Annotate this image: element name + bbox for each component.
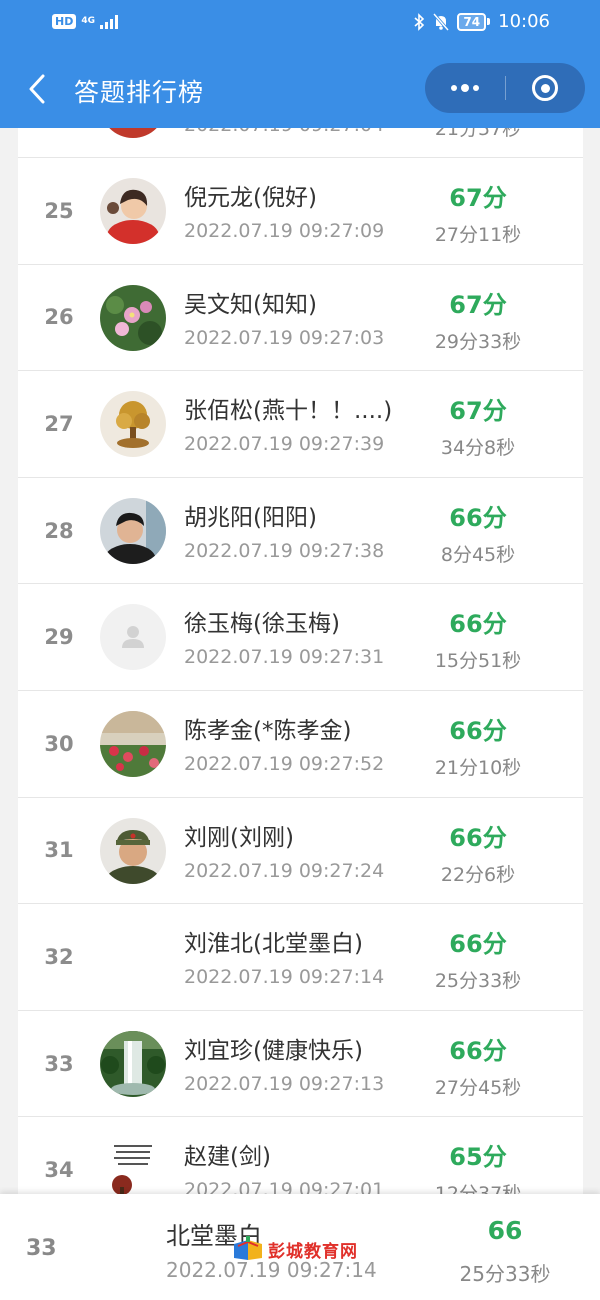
signal-icon	[100, 14, 118, 29]
answer-time: 2022.07.19 09:27:24	[184, 859, 385, 882]
target-circle-icon	[532, 75, 559, 101]
user-name: 胡兆阳(阳阳)	[184, 504, 317, 531]
my-rank-number: 33	[26, 1236, 57, 1261]
user-name: 刘宜珍(健康快乐)	[184, 1037, 363, 1064]
user-name: 刘刚(刘刚)	[184, 824, 294, 851]
app-header: HD 4G 74 10:06 答题排行榜	[0, 0, 600, 128]
avatar	[100, 1030, 166, 1097]
avatar	[100, 710, 166, 777]
score: 66分	[449, 503, 507, 532]
user-name: 赵建(剑)	[184, 1144, 271, 1171]
answer-time: 2022.07.19 09:27:39	[184, 433, 385, 456]
network-label: 4G	[81, 16, 95, 26]
avatar	[100, 391, 166, 458]
list-item[interactable]: 33 刘宜珍(健康快乐) 2022.07.19 09:27:13 66分 27分…	[18, 1010, 583, 1118]
score: 67分	[449, 397, 507, 426]
duration: 34分8秒	[440, 437, 516, 460]
answer-time: 2022.07.19 09:27:31	[184, 646, 385, 669]
score: 66分	[449, 930, 507, 959]
avatar	[100, 817, 166, 884]
answer-time: 2022.07.19 09:27:13	[184, 1072, 385, 1095]
duration: 27分45秒	[434, 1076, 522, 1099]
duration: 29分33秒	[434, 330, 522, 353]
answer-time: 2022.07.19 09:27:52	[184, 752, 385, 775]
list-item[interactable]: 31 刘刚(刘刚) 2022.07.19 09:27:24 66分 22分6秒	[18, 797, 583, 905]
duration: 22分6秒	[440, 863, 516, 886]
mute-bell-icon	[433, 12, 450, 31]
score: 67分	[449, 290, 507, 319]
score: 66分	[449, 823, 507, 852]
score: 67分	[449, 184, 507, 212]
watermark-text: 彭城教育网	[268, 1241, 358, 1262]
more-button[interactable]	[425, 63, 505, 113]
rank-number: 27	[44, 411, 74, 436]
hd-badge: HD	[52, 14, 77, 29]
ranking-list[interactable]: 2022.07.19 09:27:04 21分57秒 25 倪元龙(倪好) 20…	[18, 52, 583, 1224]
book-logo-icon	[234, 1236, 262, 1260]
rank-number: 29	[44, 625, 74, 650]
page-title: 答题排行榜	[74, 78, 205, 107]
duration: 21分10秒	[434, 756, 522, 779]
list-item[interactable]: 26 吴文知(知知) 2022.07.19 09:27:03 67分 29分33…	[18, 264, 583, 372]
rank-number: 31	[44, 838, 74, 863]
list-item[interactable]: 28 胡兆阳(阳阳) 2022.07.19 09:27:38 66分 8分45秒	[18, 477, 583, 585]
user-name: 陈孝金(*陈孝金)	[184, 717, 352, 744]
user-name: 倪元龙(倪好)	[184, 185, 317, 211]
list-item[interactable]: 29 徐玉梅(徐玉梅) 2022.07.19 09:27:31 66分 15分5…	[18, 584, 583, 691]
user-name: 张佰松(燕十！！....)	[184, 398, 393, 425]
battery-icon: 74	[457, 12, 491, 31]
duration: 27分11秒	[434, 224, 522, 246]
list-item[interactable]: 32 刘淮北(北堂墨白) 2022.07.19 09:27:14 66分 25分…	[18, 904, 583, 1011]
my-duration: 25分33秒	[459, 1262, 551, 1286]
duration: 25分33秒	[434, 970, 522, 993]
battery-level: 74	[457, 12, 487, 31]
list-item[interactable]: 30 陈孝金(*陈孝金) 2022.07.19 09:27:52 66分 21分…	[18, 690, 583, 798]
status-bar: HD 4G 74 10:06	[0, 0, 600, 48]
rank-number: 33	[44, 1051, 74, 1076]
score: 66分	[449, 716, 507, 745]
list-item[interactable]: 25 倪元龙(倪好) 2022.07.19 09:27:09 67分 27分11…	[18, 158, 583, 265]
clock: 10:06	[498, 11, 550, 32]
avatar	[100, 178, 166, 244]
answer-time: 2022.07.19 09:27:38	[184, 539, 385, 562]
answer-time: 2022.07.19 09:27:09	[184, 220, 385, 242]
duration: 15分51秒	[434, 650, 522, 673]
user-name: 刘淮北(北堂墨白)	[184, 931, 363, 958]
score: 65分	[449, 1143, 507, 1172]
close-miniprogram-button[interactable]	[506, 63, 586, 113]
duration: 8分45秒	[440, 543, 516, 566]
more-dots-icon	[450, 84, 479, 92]
user-name: 吴文知(知知)	[184, 291, 317, 318]
default-avatar-icon	[100, 604, 166, 671]
avatar	[100, 284, 166, 351]
avatar	[100, 497, 166, 564]
answer-time: 2022.07.19 09:27:14	[184, 966, 385, 989]
chevron-left-icon	[29, 74, 45, 104]
list-item[interactable]: 27 张佰松(燕十！！....) 2022.07.19 09:27:39 67分…	[18, 371, 583, 478]
rank-number: 28	[44, 518, 74, 543]
my-score: 66	[487, 1216, 523, 1245]
bluetooth-icon	[414, 12, 425, 31]
score: 66分	[449, 1036, 507, 1065]
answer-time: 2022.07.19 09:27:03	[184, 326, 385, 349]
rank-number: 32	[44, 944, 74, 969]
rank-number: 30	[44, 731, 74, 756]
score: 66分	[449, 610, 507, 639]
rank-number: 25	[44, 198, 74, 223]
watermark: 彭城教育网	[232, 1236, 358, 1262]
user-name: 徐玉梅(徐玉梅)	[184, 611, 340, 638]
mini-program-capsule	[425, 63, 585, 113]
rank-number: 26	[44, 305, 74, 330]
nav-bar: 答题排行榜	[0, 60, 600, 118]
back-button[interactable]	[22, 69, 52, 109]
